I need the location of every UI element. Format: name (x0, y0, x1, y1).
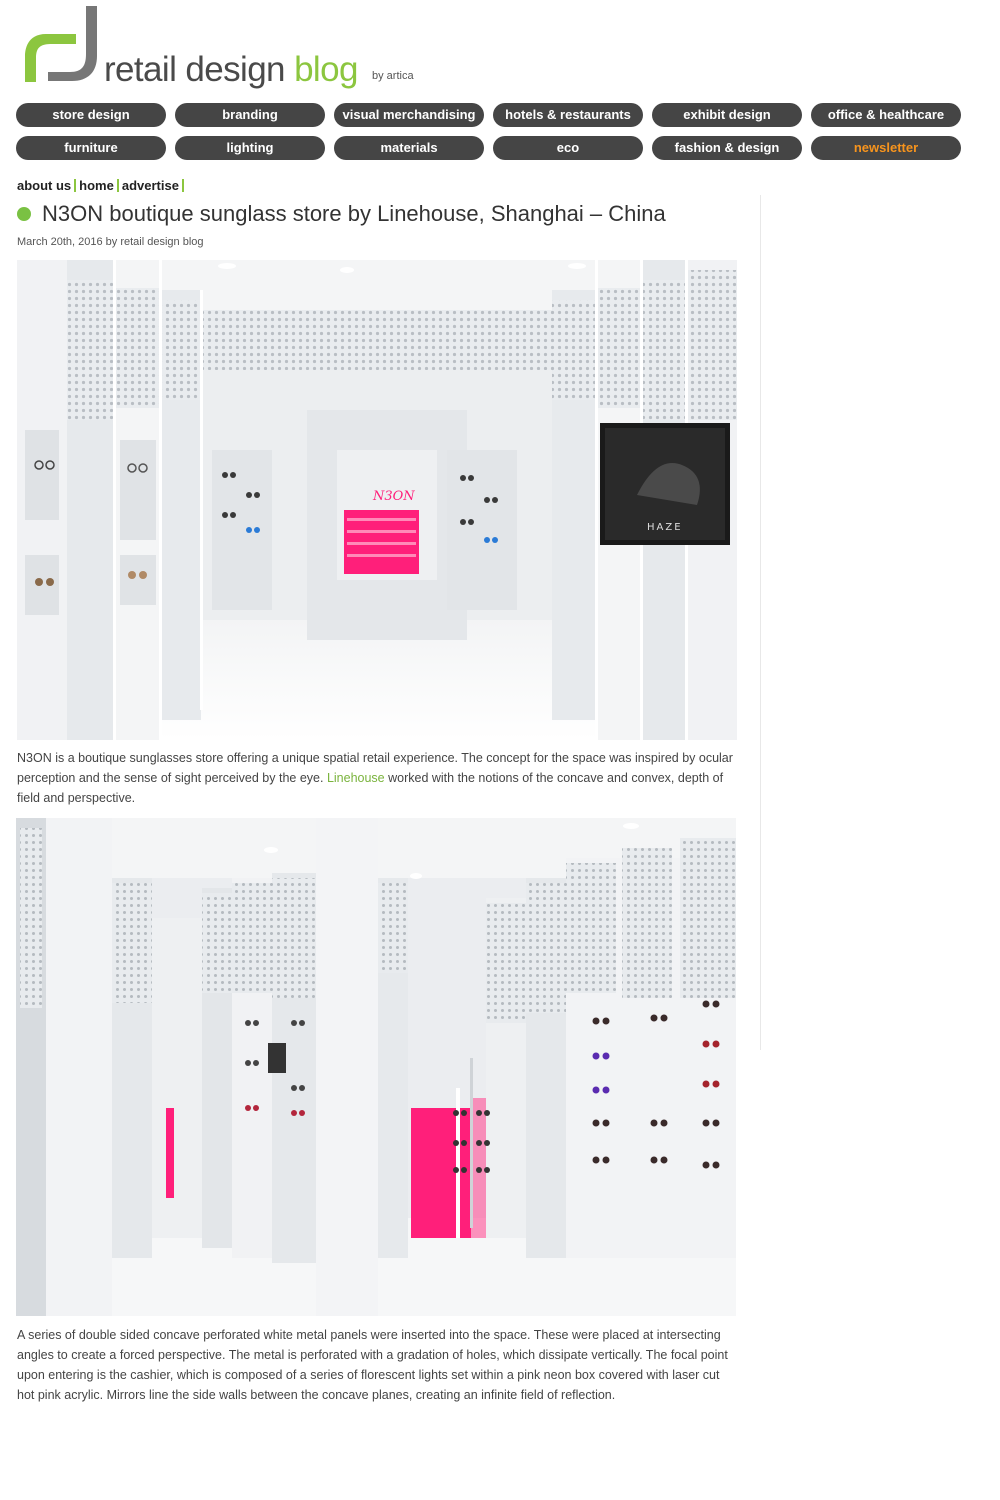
nav-newsletter[interactable]: newsletter (811, 136, 961, 160)
site-header: retail design blog by artica (22, 6, 442, 90)
rdb-logo-icon[interactable] (22, 6, 104, 88)
nav-branding[interactable]: branding (175, 103, 325, 127)
link-separator (181, 179, 184, 192)
nav-exhibit-design[interactable]: exhibit design (652, 103, 802, 127)
top-links: about us home advertise (17, 178, 187, 193)
nav-row-2: furniture lighting materials eco fashion… (16, 136, 966, 160)
linehouse-link[interactable]: Linehouse (327, 771, 385, 785)
link-separator (116, 179, 119, 192)
nav-furniture[interactable]: furniture (16, 136, 166, 160)
post-paragraph-2: A series of double sided concave perfora… (17, 1328, 728, 1402)
nav-store-design[interactable]: store design (16, 103, 166, 127)
nav-materials[interactable]: materials (334, 136, 484, 160)
logo-word-blog: blog (294, 50, 358, 89)
neon-sign-text: N3ON (372, 489, 415, 504)
nav-visual-merchandising[interactable]: visual merchandising (334, 103, 484, 127)
logo-byline: by artica (372, 70, 414, 82)
nav-row-1: store design branding visual merchandisi… (16, 103, 966, 127)
link-advertise[interactable]: advertise (122, 178, 179, 193)
bullet-dot-icon (17, 207, 31, 221)
store-interior-image-2 (16, 818, 736, 1316)
nav-lighting[interactable]: lighting (175, 136, 325, 160)
nav-fashion-design[interactable]: fashion & design (652, 136, 802, 160)
post-meta: March 20th, 2016 by retail design blog (17, 236, 204, 248)
link-separator (74, 179, 77, 192)
category-nav: store design branding visual merchandisi… (16, 103, 966, 169)
post-paragraph-1: N3ON is a boutique sunglasses store offe… (17, 748, 735, 808)
screen-brand-text: HAZE (647, 522, 683, 533)
nav-eco[interactable]: eco (493, 136, 643, 160)
link-home[interactable]: home (79, 178, 114, 193)
nav-hotels-restaurants[interactable]: hotels & restaurants (493, 103, 643, 127)
post-photo-2[interactable] (16, 818, 736, 1316)
site-logo-wordmark[interactable]: retail design blog (104, 50, 358, 90)
post-photo-1[interactable]: N3ON HAZE (17, 260, 737, 740)
post-title-row: N3ON boutique sunglass store by Linehous… (17, 201, 666, 227)
post-title[interactable]: N3ON boutique sunglass store by Linehous… (42, 201, 666, 227)
nav-office-healthcare[interactable]: office & healthcare (811, 103, 961, 127)
content-divider (760, 195, 761, 1050)
store-interior-image-1: N3ON HAZE (17, 260, 737, 740)
link-about-us[interactable]: about us (17, 178, 71, 193)
logo-word-retail-design: retail design (104, 50, 286, 89)
